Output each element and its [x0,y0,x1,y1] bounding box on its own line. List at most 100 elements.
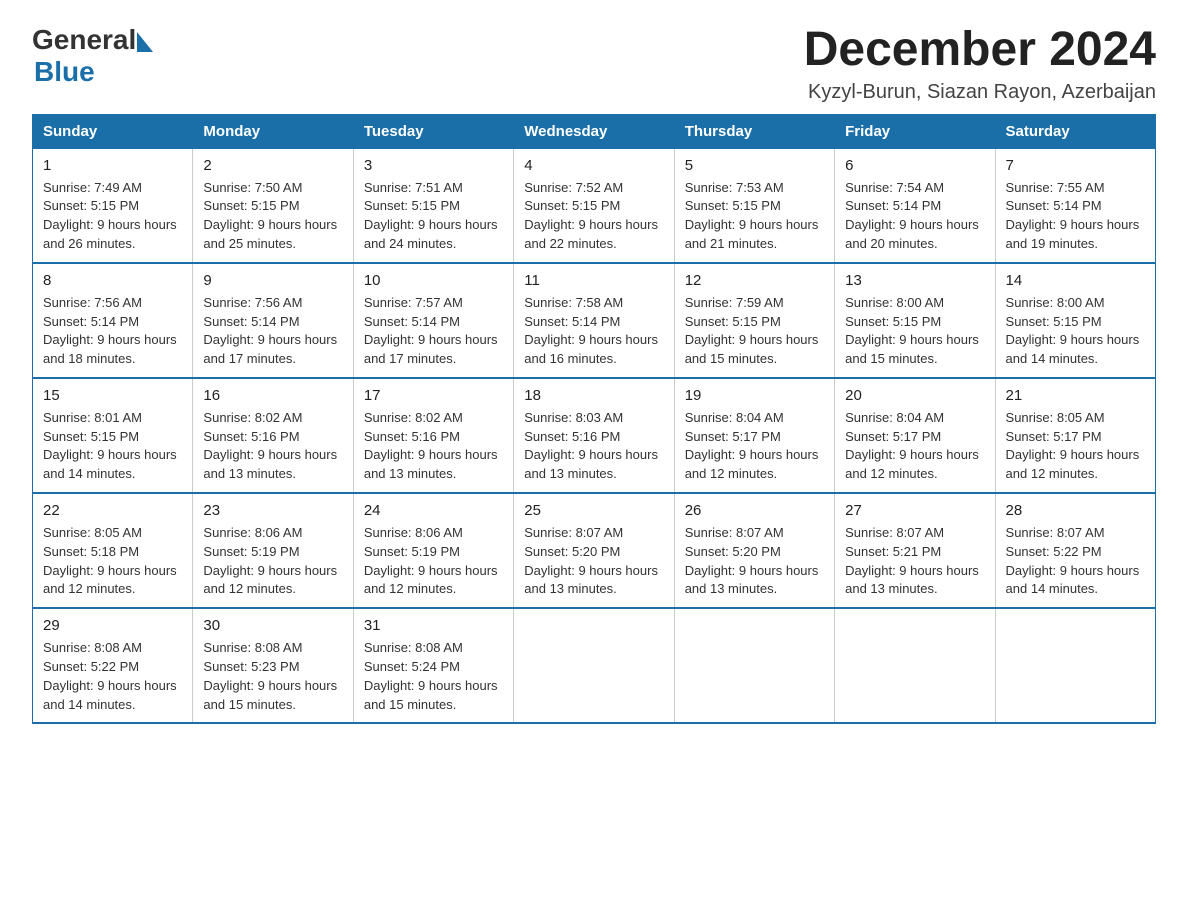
day-number: 3 [364,155,503,177]
day-sunrise: Sunrise: 8:07 AM [845,524,984,543]
day-number: 12 [685,270,824,292]
calendar-cell: 17 Sunrise: 8:02 AM Sunset: 5:16 PM Dayl… [353,378,513,493]
day-daylight-line2: and 16 minutes. [524,350,663,369]
day-daylight-line1: Daylight: 9 hours hours [845,446,984,465]
header-monday: Monday [193,114,353,148]
day-daylight-line1: Daylight: 9 hours hours [1006,331,1145,350]
page-header: General Blue December 2024 Kyzyl-Burun, … [32,24,1156,104]
day-sunset: Sunset: 5:15 PM [1006,313,1145,332]
logo-triangle-icon [137,32,153,52]
day-daylight-line2: and 15 minutes. [845,350,984,369]
calendar-cell: 30 Sunrise: 8:08 AM Sunset: 5:23 PM Dayl… [193,608,353,723]
header-friday: Friday [835,114,995,148]
day-number: 25 [524,500,663,522]
calendar-body: 1 Sunrise: 7:49 AM Sunset: 5:15 PM Dayli… [33,148,1156,723]
day-sunrise: Sunrise: 7:54 AM [845,179,984,198]
day-daylight-line1: Daylight: 9 hours hours [203,562,342,581]
day-daylight-line1: Daylight: 9 hours hours [203,677,342,696]
day-number: 22 [43,500,182,522]
day-daylight-line2: and 14 minutes. [1006,580,1145,599]
day-number: 11 [524,270,663,292]
calendar-cell: 16 Sunrise: 8:02 AM Sunset: 5:16 PM Dayl… [193,378,353,493]
header-saturday: Saturday [995,114,1155,148]
day-daylight-line1: Daylight: 9 hours hours [845,562,984,581]
day-daylight-line1: Daylight: 9 hours hours [43,562,182,581]
day-sunset: Sunset: 5:15 PM [203,197,342,216]
day-daylight-line2: and 17 minutes. [364,350,503,369]
day-daylight-line1: Daylight: 9 hours hours [524,562,663,581]
day-sunrise: Sunrise: 7:59 AM [685,294,824,313]
day-number: 15 [43,385,182,407]
day-number: 31 [364,615,503,637]
day-number: 4 [524,155,663,177]
day-daylight-line1: Daylight: 9 hours hours [524,331,663,350]
calendar-cell: 28 Sunrise: 8:07 AM Sunset: 5:22 PM Dayl… [995,493,1155,608]
day-sunrise: Sunrise: 8:04 AM [845,409,984,428]
day-daylight-line2: and 26 minutes. [43,235,182,254]
calendar-cell: 21 Sunrise: 8:05 AM Sunset: 5:17 PM Dayl… [995,378,1155,493]
calendar-cell: 5 Sunrise: 7:53 AM Sunset: 5:15 PM Dayli… [674,148,834,263]
day-sunrise: Sunrise: 8:08 AM [364,639,503,658]
day-sunrise: Sunrise: 8:04 AM [685,409,824,428]
calendar-week-row: 1 Sunrise: 7:49 AM Sunset: 5:15 PM Dayli… [33,148,1156,263]
day-sunset: Sunset: 5:15 PM [685,197,824,216]
day-daylight-line1: Daylight: 9 hours hours [364,677,503,696]
day-daylight-line1: Daylight: 9 hours hours [524,446,663,465]
day-daylight-line2: and 14 minutes. [1006,350,1145,369]
day-sunrise: Sunrise: 8:08 AM [43,639,182,658]
day-sunrise: Sunrise: 8:05 AM [43,524,182,543]
day-sunrise: Sunrise: 8:06 AM [364,524,503,543]
day-sunset: Sunset: 5:14 PM [203,313,342,332]
day-daylight-line2: and 13 minutes. [524,465,663,484]
day-number: 14 [1006,270,1145,292]
day-daylight-line2: and 24 minutes. [364,235,503,254]
calendar-cell: 11 Sunrise: 7:58 AM Sunset: 5:14 PM Dayl… [514,263,674,378]
day-sunrise: Sunrise: 8:05 AM [1006,409,1145,428]
day-sunset: Sunset: 5:15 PM [845,313,984,332]
day-daylight-line1: Daylight: 9 hours hours [43,677,182,696]
day-sunset: Sunset: 5:14 PM [524,313,663,332]
day-daylight-line1: Daylight: 9 hours hours [524,216,663,235]
day-daylight-line2: and 19 minutes. [1006,235,1145,254]
calendar-cell [835,608,995,723]
calendar-cell: 19 Sunrise: 8:04 AM Sunset: 5:17 PM Dayl… [674,378,834,493]
calendar-cell: 15 Sunrise: 8:01 AM Sunset: 5:15 PM Dayl… [33,378,193,493]
day-daylight-line1: Daylight: 9 hours hours [364,562,503,581]
calendar-cell: 4 Sunrise: 7:52 AM Sunset: 5:15 PM Dayli… [514,148,674,263]
calendar-cell: 2 Sunrise: 7:50 AM Sunset: 5:15 PM Dayli… [193,148,353,263]
calendar-cell [514,608,674,723]
logo-blue-text: Blue [34,56,153,88]
calendar-cell: 23 Sunrise: 8:06 AM Sunset: 5:19 PM Dayl… [193,493,353,608]
day-sunrise: Sunrise: 7:56 AM [203,294,342,313]
day-sunset: Sunset: 5:14 PM [845,197,984,216]
day-number: 21 [1006,385,1145,407]
calendar-cell: 7 Sunrise: 7:55 AM Sunset: 5:14 PM Dayli… [995,148,1155,263]
day-sunrise: Sunrise: 7:53 AM [685,179,824,198]
calendar-cell: 31 Sunrise: 8:08 AM Sunset: 5:24 PM Dayl… [353,608,513,723]
header-row: Sunday Monday Tuesday Wednesday Thursday… [33,114,1156,148]
day-sunset: Sunset: 5:22 PM [43,658,182,677]
calendar-week-row: 22 Sunrise: 8:05 AM Sunset: 5:18 PM Dayl… [33,493,1156,608]
day-number: 27 [845,500,984,522]
day-number: 6 [845,155,984,177]
day-sunset: Sunset: 5:14 PM [43,313,182,332]
day-daylight-line1: Daylight: 9 hours hours [364,331,503,350]
day-sunset: Sunset: 5:15 PM [685,313,824,332]
day-daylight-line1: Daylight: 9 hours hours [685,331,824,350]
day-sunset: Sunset: 5:16 PM [364,428,503,447]
day-daylight-line1: Daylight: 9 hours hours [685,216,824,235]
day-daylight-line2: and 17 minutes. [203,350,342,369]
day-daylight-line2: and 13 minutes. [364,465,503,484]
calendar-cell: 8 Sunrise: 7:56 AM Sunset: 5:14 PM Dayli… [33,263,193,378]
day-sunset: Sunset: 5:21 PM [845,543,984,562]
header-thursday: Thursday [674,114,834,148]
calendar-cell: 9 Sunrise: 7:56 AM Sunset: 5:14 PM Dayli… [193,263,353,378]
day-daylight-line2: and 25 minutes. [203,235,342,254]
day-sunrise: Sunrise: 7:57 AM [364,294,503,313]
day-sunset: Sunset: 5:15 PM [43,197,182,216]
calendar-cell: 27 Sunrise: 8:07 AM Sunset: 5:21 PM Dayl… [835,493,995,608]
day-daylight-line2: and 15 minutes. [364,696,503,715]
calendar-week-row: 29 Sunrise: 8:08 AM Sunset: 5:22 PM Dayl… [33,608,1156,723]
day-daylight-line2: and 13 minutes. [845,580,984,599]
day-sunset: Sunset: 5:14 PM [1006,197,1145,216]
